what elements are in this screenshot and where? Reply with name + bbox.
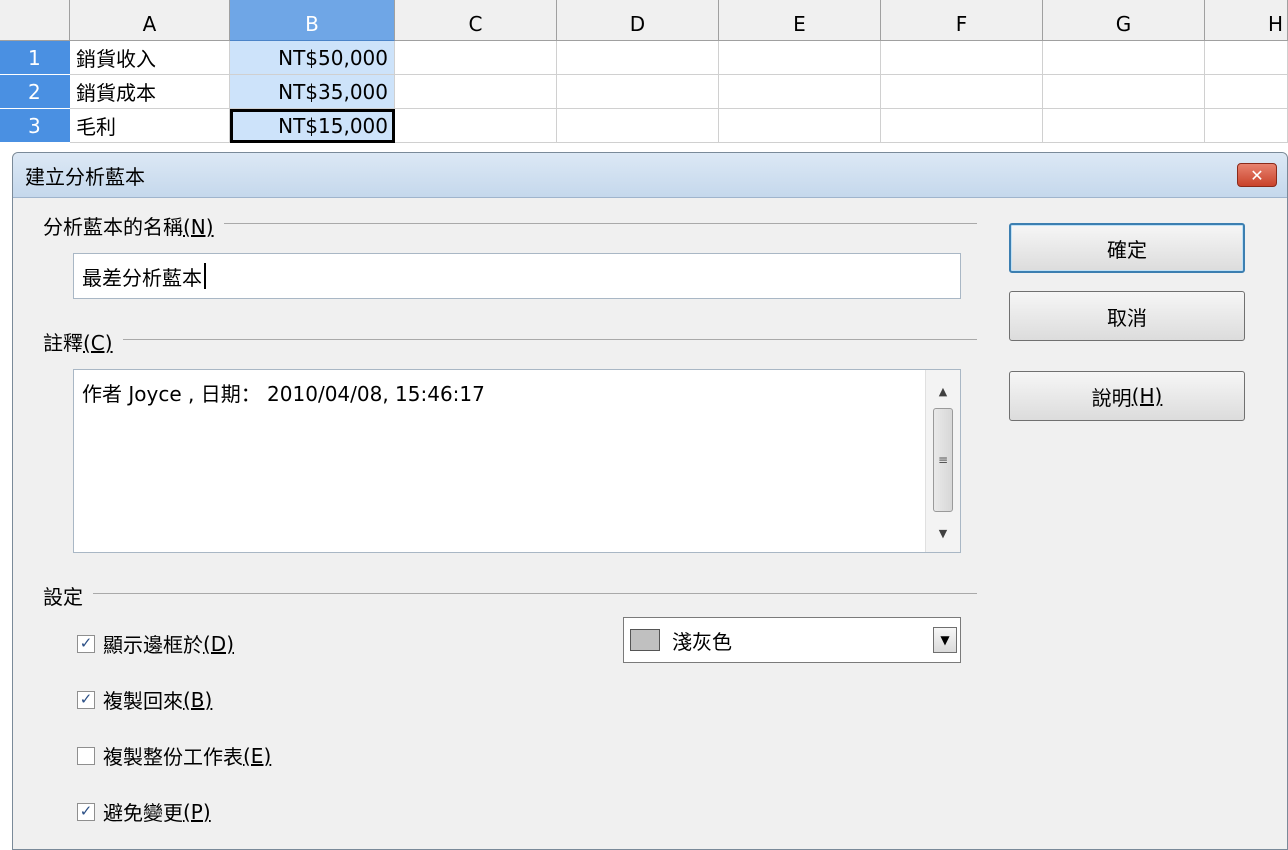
border-color-label: 淺灰色 (672, 629, 732, 654)
help-button[interactable]: 說明 (H) (1009, 371, 1245, 421)
scroll-thumb[interactable]: ≡ (933, 408, 953, 512)
option-prevent-changes[interactable]: ✓ 避免變更 (P) (77, 797, 211, 826)
create-scenario-dialog: 建立分析藍本 ✕ 分析藍本的名稱(N) 最差分析藍本 註釋(C) 作者 Joyc… (12, 152, 1288, 850)
scroll-up-icon[interactable]: ▲ (926, 374, 960, 408)
ok-button[interactable]: 確定 (1009, 223, 1245, 273)
row-header-1[interactable]: 1 (0, 41, 70, 75)
dialog-titlebar[interactable]: 建立分析藍本 ✕ (13, 153, 1287, 198)
cancel-button[interactable]: 取消 (1009, 291, 1245, 341)
border-color-dropdown[interactable]: 淺灰色 ▼ (623, 617, 961, 663)
chevron-down-icon[interactable]: ▼ (933, 627, 957, 653)
copy-entire-sheet-checkbox[interactable] (77, 746, 95, 765)
copy-back-checkbox[interactable]: ✓ (77, 690, 95, 709)
cell-a2[interactable]: 銷貨成本 (70, 75, 230, 109)
column-header-h[interactable]: H (1205, 0, 1288, 41)
dialog-title: 建立分析藍本 (25, 164, 145, 189)
cell-a1[interactable]: 銷貨收入 (70, 41, 230, 75)
comment-text: 作者 Joyce , 日期： 2010/04/08, 15:46:17 (82, 382, 485, 406)
comment-scrollbar[interactable]: ▲ ≡ ▼ (925, 370, 960, 552)
cell-b2[interactable]: NT$35,000 (230, 75, 395, 109)
color-swatch (630, 629, 660, 651)
text-caret (204, 263, 206, 289)
option-copy-entire-sheet[interactable]: 複製整份工作表 (E) (77, 741, 271, 770)
comment-section-label: 註釋(C) (43, 327, 123, 356)
settings-section-label: 設定 (43, 581, 93, 610)
close-icon[interactable]: ✕ (1237, 163, 1277, 187)
comment-section-rule (43, 339, 977, 340)
scroll-down-icon[interactable]: ▼ (926, 516, 960, 550)
cell-b1[interactable]: NT$50,000 (230, 41, 395, 75)
row-header-3[interactable]: 3 (0, 109, 70, 143)
name-section-label: 分析藍本的名稱(N) (43, 211, 224, 240)
row-header-2[interactable]: 2 (0, 75, 70, 109)
scenario-name-input[interactable]: 最差分析藍本 (73, 253, 961, 299)
option-copy-back[interactable]: ✓ 複製回來 (B) (77, 685, 212, 714)
column-header-e[interactable]: E (719, 0, 881, 41)
settings-section-rule (43, 593, 977, 594)
column-header-f[interactable]: F (881, 0, 1043, 41)
column-header-a[interactable]: A (70, 0, 230, 41)
column-header-d[interactable]: D (557, 0, 719, 41)
column-header-c[interactable]: C (395, 0, 557, 41)
spreadsheet-grid: A B C D E F G H 1 銷貨收入 NT$50,000 2 銷貨成本 … (0, 0, 1288, 160)
comment-textarea[interactable]: 作者 Joyce , 日期： 2010/04/08, 15:46:17 ▲ ≡ … (73, 369, 961, 553)
column-header-g[interactable]: G (1043, 0, 1205, 41)
prevent-changes-checkbox[interactable]: ✓ (77, 802, 95, 821)
select-all-corner[interactable] (0, 0, 70, 41)
cell-a3[interactable]: 毛利 (70, 109, 230, 143)
cell-b3-active[interactable]: NT$15,000 (230, 109, 395, 143)
display-border-checkbox[interactable]: ✓ (77, 634, 95, 653)
column-header-b[interactable]: B (230, 0, 395, 41)
option-display-border[interactable]: ✓ 顯示邊框於 (D) (77, 629, 234, 658)
